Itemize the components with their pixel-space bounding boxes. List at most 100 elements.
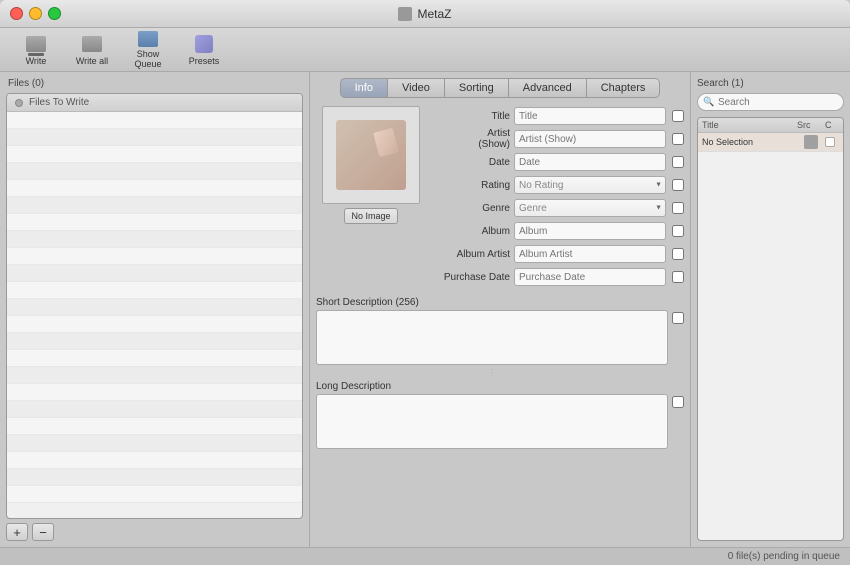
short-desc-resize[interactable]: ⋮ — [316, 368, 668, 377]
search-result-title: No Selection — [702, 137, 797, 147]
file-row — [7, 112, 302, 129]
descriptions-section: Short Description (256) ⋮ Long Descripti… — [316, 297, 684, 452]
close-button[interactable] — [10, 7, 23, 20]
file-row — [7, 367, 302, 384]
file-row — [7, 231, 302, 248]
minimize-button[interactable] — [29, 7, 42, 20]
show-queue-icon — [138, 31, 158, 47]
file-row — [7, 452, 302, 469]
long-desc-row — [316, 394, 684, 452]
write-icon — [26, 34, 46, 54]
short-desc-checkbox[interactable] — [672, 312, 684, 324]
search-col-title-header: Title — [702, 120, 797, 130]
tab-chapters[interactable]: Chapters — [587, 78, 661, 98]
add-file-button[interactable]: + — [6, 523, 28, 541]
title-checkbox[interactable] — [672, 110, 684, 122]
search-input[interactable] — [697, 93, 844, 111]
files-rows — [7, 112, 302, 518]
title-row: Title — [430, 106, 684, 126]
artist-show-row: Artist(Show) — [430, 129, 684, 149]
album-input[interactable] — [514, 222, 666, 240]
date-input[interactable] — [514, 153, 666, 171]
rating-label: Rating — [430, 180, 510, 191]
tab-advanced[interactable]: Advanced — [509, 78, 587, 98]
files-dot-icon — [15, 99, 23, 107]
artist-show-checkbox[interactable] — [672, 133, 684, 145]
search-panel-title: Search (1) — [697, 78, 844, 89]
write-all-icon — [82, 34, 102, 54]
file-row — [7, 146, 302, 163]
album-artist-label: Album Artist — [430, 249, 510, 260]
short-desc-row: ⋮ — [316, 310, 684, 377]
search-table-header: Title Src C — [698, 118, 843, 133]
files-list: Files To Write — [6, 93, 303, 519]
purchase-date-input[interactable] — [514, 268, 666, 286]
album-label: Album — [430, 226, 510, 237]
show-queue-button[interactable]: Show Queue — [122, 32, 174, 68]
genre-select[interactable]: Genre — [514, 199, 666, 217]
files-header: Files To Write — [7, 94, 302, 112]
file-row — [7, 265, 302, 282]
presets-icon — [194, 34, 214, 54]
file-row — [7, 197, 302, 214]
short-desc-textarea[interactable] — [316, 310, 668, 365]
file-row — [7, 163, 302, 180]
long-desc-textarea[interactable] — [316, 394, 668, 449]
files-header-label: Files To Write — [29, 97, 89, 108]
album-artist-checkbox[interactable] — [672, 248, 684, 260]
toolbar: Write Write all Show Queue Presets — [0, 28, 850, 72]
purchase-date-label: Purchase Date — [430, 272, 510, 283]
album-artist-input[interactable] — [514, 245, 666, 263]
album-checkbox[interactable] — [672, 225, 684, 237]
artwork-placeholder — [336, 120, 406, 190]
window-title: MetaZ — [417, 7, 451, 21]
edit-panel: Info Video Sorting Advanced Chapters No … — [310, 72, 690, 547]
rating-checkbox[interactable] — [672, 179, 684, 191]
search-result-src — [797, 135, 825, 149]
file-row — [7, 316, 302, 333]
window-controls — [10, 7, 61, 20]
file-row — [7, 333, 302, 350]
file-row — [7, 214, 302, 231]
long-desc-checkbox[interactable] — [672, 396, 684, 408]
artist-show-label: Artist(Show) — [430, 128, 510, 150]
presets-label: Presets — [189, 56, 220, 66]
date-label: Date — [430, 157, 510, 168]
maximize-button[interactable] — [48, 7, 61, 20]
status-bar: 0 file(s) pending in queue — [0, 547, 850, 565]
search-result-row[interactable]: No Selection — [698, 133, 843, 152]
purchase-date-checkbox[interactable] — [672, 271, 684, 283]
file-row — [7, 180, 302, 197]
file-row — [7, 282, 302, 299]
edit-area: No Image Title Artist(Show) — [316, 106, 684, 541]
tabs-bar: Info Video Sorting Advanced Chapters — [316, 78, 684, 98]
file-row — [7, 401, 302, 418]
tab-info[interactable]: Info — [340, 78, 388, 98]
no-image-button[interactable]: No Image — [344, 208, 397, 224]
file-row — [7, 435, 302, 452]
search-box-wrapper: 🔍 — [697, 93, 844, 111]
artwork-area: No Image — [316, 106, 426, 287]
short-desc-area: Short Description (256) ⋮ — [316, 297, 684, 377]
search-icon: 🔍 — [703, 97, 714, 108]
write-all-label: Write all — [76, 56, 108, 66]
genre-checkbox[interactable] — [672, 202, 684, 214]
artist-show-input[interactable] — [514, 130, 666, 148]
title-input[interactable] — [514, 107, 666, 125]
write-button[interactable]: Write — [10, 32, 62, 68]
long-desc-label: Long Description — [316, 381, 684, 392]
remove-file-button[interactable]: − — [32, 523, 54, 541]
album-row: Album — [430, 221, 684, 241]
search-result-c — [825, 137, 839, 147]
write-all-button[interactable]: Write all — [66, 32, 118, 68]
rating-select[interactable]: No Rating Clean Explicit — [514, 176, 666, 194]
purchase-date-row: Purchase Date — [430, 267, 684, 287]
search-col-src-header: Src — [797, 120, 825, 130]
files-panel-title: Files (0) — [6, 78, 303, 89]
tab-video[interactable]: Video — [388, 78, 445, 98]
rating-select-wrapper: No Rating Clean Explicit — [514, 176, 666, 194]
presets-button[interactable]: Presets — [178, 32, 230, 68]
genre-select-wrapper: Genre — [514, 199, 666, 217]
tab-sorting[interactable]: Sorting — [445, 78, 509, 98]
date-checkbox[interactable] — [672, 156, 684, 168]
